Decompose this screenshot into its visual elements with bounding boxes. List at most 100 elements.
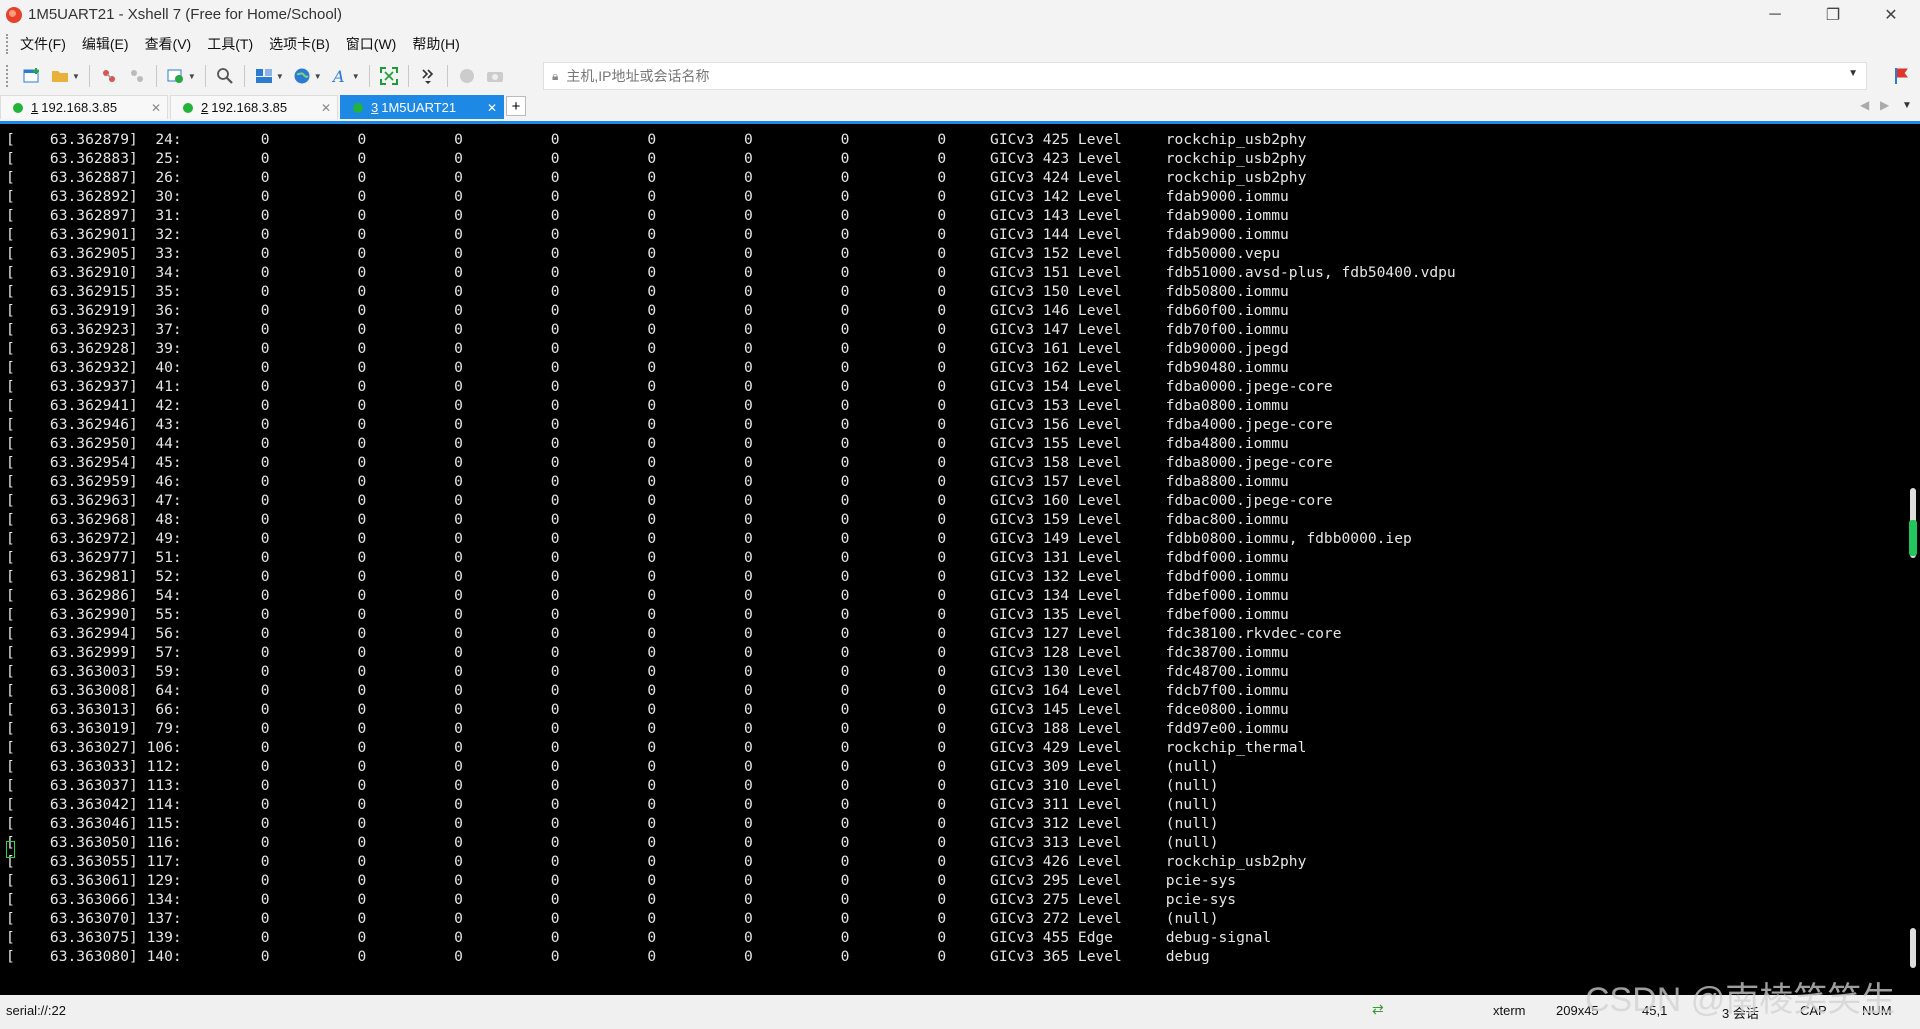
terminal-line: [ 63.363080] 140: 0 0 0 0 0 0 0 0 GICv3 … <box>6 948 1210 965</box>
menu-tabs[interactable]: 选项卡(B) <box>261 34 338 54</box>
terminal-line: [ 63.362963] 47: 0 0 0 0 0 0 0 0 GICv3 1… <box>6 492 1333 509</box>
restore-button[interactable]: ❐ <box>1804 0 1862 29</box>
new-tab-button[interactable]: + <box>506 96 526 116</box>
globe-icon[interactable] <box>291 65 313 87</box>
terminal-line: [ 63.363055] 117: 0 0 0 0 0 0 0 0 GICv3 … <box>6 853 1307 870</box>
reconnect-icon[interactable] <box>98 65 120 87</box>
terminal-line: [ 63.363061] 129: 0 0 0 0 0 0 0 0 GICv3 … <box>6 872 1237 889</box>
terminal-line: [ 63.362977] 51: 0 0 0 0 0 0 0 0 GICv3 1… <box>6 549 1289 566</box>
terminal-line: [ 63.362901] 32: 0 0 0 0 0 0 0 0 GICv3 1… <box>6 226 1289 243</box>
terminal-line: [ 63.362990] 55: 0 0 0 0 0 0 0 0 GICv3 1… <box>6 606 1289 623</box>
open-dropdown-icon[interactable]: ▼ <box>72 72 80 81</box>
terminal-line: [ 63.363003] 59: 0 0 0 0 0 0 0 0 GICv3 1… <box>6 663 1289 680</box>
terminal-line: [ 63.362928] 39: 0 0 0 0 0 0 0 0 GICv3 1… <box>6 340 1289 357</box>
title-bar: 1M5UART21 - Xshell 7 (Free for Home/Scho… <box>0 0 1920 29</box>
terminal-line: [ 63.362950] 44: 0 0 0 0 0 0 0 0 GICv3 1… <box>6 435 1289 452</box>
menu-help[interactable]: 帮助(H) <box>404 34 467 54</box>
terminal-line: [ 63.362946] 43: 0 0 0 0 0 0 0 0 GICv3 1… <box>6 416 1333 433</box>
connected-status-icon <box>13 102 23 113</box>
toolbar-separator <box>243 65 245 87</box>
tab-close-icon[interactable]: ✕ <box>321 101 331 115</box>
tab-number: 3 <box>371 100 379 115</box>
menu-edit[interactable]: 编辑(E) <box>74 34 137 54</box>
menu-view[interactable]: 查看(V) <box>137 34 200 54</box>
close-button[interactable]: ✕ <box>1862 0 1920 29</box>
connected-status-icon <box>353 102 363 113</box>
svg-text:A: A <box>331 67 345 85</box>
properties-dropdown-icon[interactable]: ▼ <box>188 72 196 81</box>
terminal-line: [ 63.362941] 42: 0 0 0 0 0 0 0 0 GICv3 1… <box>6 397 1289 414</box>
terminal-line: [ 63.362883] 25: 0 0 0 0 0 0 0 0 GICv3 4… <box>6 150 1307 167</box>
minimize-button[interactable]: ─ <box>1746 0 1804 29</box>
open-folder-icon[interactable] <box>49 65 71 87</box>
menu-tools[interactable]: 工具(T) <box>199 34 261 54</box>
scrollbar-lower-thumb[interactable] <box>1910 928 1916 968</box>
tab-scroll-left-icon[interactable]: ◀ <box>1860 98 1869 112</box>
terminal-line: [ 63.363027] 106: 0 0 0 0 0 0 0 0 GICv3 … <box>6 739 1307 756</box>
bookmark-flag-icon[interactable] <box>1891 65 1913 87</box>
xshell-app-icon <box>6 6 22 23</box>
terminal-line: [ 63.362954] 45: 0 0 0 0 0 0 0 0 GICv3 1… <box>6 454 1333 471</box>
terminal-line: [ 63.363042] 114: 0 0 0 0 0 0 0 0 GICv3 … <box>6 796 1219 813</box>
tab-session-2[interactable]: 2 192.168.3.85 ✕ <box>170 95 338 119</box>
window-controls: ─ ❐ ✕ <box>1746 0 1920 29</box>
more-tools-icon[interactable] <box>417 65 439 87</box>
toolbar: ▼ ▼ ▼ ▼ A ▼ 🔒︎ 主机,IP地址或会话名称 ▼ <box>0 59 1920 93</box>
terminal-line: [ 63.363008] 64: 0 0 0 0 0 0 0 0 GICv3 1… <box>6 682 1289 699</box>
terminal-line: [ 63.362968] 48: 0 0 0 0 0 0 0 0 GICv3 1… <box>6 511 1289 528</box>
terminal-line: [ 63.363050] 116: 0 0 0 0 0 0 0 0 GICv3 … <box>6 834 1219 851</box>
layout-dropdown-icon[interactable]: ▼ <box>276 72 284 81</box>
lock-icon: 🔒︎ <box>552 68 559 83</box>
scroll-position-marker <box>1909 520 1917 556</box>
terminal-scrollbar[interactable] <box>1906 124 1920 992</box>
terminal-line: [ 63.362972] 49: 0 0 0 0 0 0 0 0 GICv3 1… <box>6 530 1412 547</box>
new-session-icon[interactable] <box>21 65 43 87</box>
toolbar-separator <box>204 65 206 87</box>
tab-bar: 1 192.168.3.85 ✕ 2 192.168.3.85 ✕ 3 1M5U… <box>0 93 1920 124</box>
menu-window[interactable]: 窗口(W) <box>338 34 405 54</box>
toolbar-separator <box>368 65 370 87</box>
terminal-output[interactable]: [ 63.362879] 24: 0 0 0 0 0 0 0 0 GICv3 4… <box>0 124 1906 992</box>
terminal-line: [ 63.363019] 79: 0 0 0 0 0 0 0 0 GICv3 1… <box>6 720 1289 737</box>
tab-session-1[interactable]: 1 192.168.3.85 ✕ <box>0 95 168 119</box>
tab-label: 1M5UART21 <box>381 100 457 115</box>
connection-address: serial://:22 <box>6 1003 66 1018</box>
menu-file[interactable]: 文件(F) <box>12 34 74 54</box>
toolbar-grip[interactable] <box>6 65 12 87</box>
terminal-cursor <box>6 841 15 858</box>
disconnect-icon[interactable] <box>126 65 148 87</box>
transfer-status-icon[interactable]: ⇄ <box>1372 1001 1384 1018</box>
csdn-watermark: CSDN @南棱笑笑生 <box>1585 981 1896 1019</box>
toolbar-separator <box>446 65 448 87</box>
terminal-line: [ 63.362937] 41: 0 0 0 0 0 0 0 0 GICv3 1… <box>6 378 1333 395</box>
fullscreen-icon[interactable] <box>378 65 400 87</box>
toolbar-separator <box>155 65 157 87</box>
tab-list-dropdown-icon[interactable]: ▼ <box>1902 100 1912 111</box>
font-dropdown-icon[interactable]: ▼ <box>352 72 360 81</box>
font-icon[interactable]: A <box>329 65 351 87</box>
camera-disabled-icon <box>484 65 506 87</box>
terminal-line: [ 63.362910] 34: 0 0 0 0 0 0 0 0 GICv3 1… <box>6 264 1456 281</box>
terminal-text: [ 63.362879] 24: 0 0 0 0 0 0 0 0 GICv3 4… <box>0 124 1906 966</box>
tab-session-3[interactable]: 3 1M5UART21 ✕ <box>340 95 504 119</box>
tab-number: 2 <box>201 100 209 115</box>
tab-close-icon[interactable]: ✕ <box>151 101 161 115</box>
address-bar[interactable]: 🔒︎ 主机,IP地址或会话名称 ▼ <box>543 62 1867 90</box>
session-properties-icon[interactable] <box>165 65 187 87</box>
compose-disabled-icon <box>456 65 478 87</box>
globe-dropdown-icon[interactable]: ▼ <box>314 72 322 81</box>
terminal-line: [ 63.362879] 24: 0 0 0 0 0 0 0 0 GICv3 4… <box>6 131 1307 148</box>
connected-status-icon <box>183 102 193 113</box>
find-icon[interactable] <box>214 65 236 87</box>
tab-scroll-right-icon[interactable]: ▶ <box>1880 98 1889 112</box>
terminal-line: [ 63.363013] 66: 0 0 0 0 0 0 0 0 GICv3 1… <box>6 701 1289 718</box>
terminal-line: [ 63.362981] 52: 0 0 0 0 0 0 0 0 GICv3 1… <box>6 568 1289 585</box>
terminal-type: xterm <box>1493 1003 1526 1018</box>
menu-bar: 文件(F) 编辑(E) 查看(V) 工具(T) 选项卡(B) 窗口(W) 帮助(… <box>0 29 1920 59</box>
address-dropdown-icon[interactable]: ▼ <box>1848 68 1858 79</box>
tab-close-icon[interactable]: ✕ <box>487 101 497 115</box>
terminal-line: [ 63.362999] 57: 0 0 0 0 0 0 0 0 GICv3 1… <box>6 644 1289 661</box>
terminal-line: [ 63.362892] 30: 0 0 0 0 0 0 0 0 GICv3 1… <box>6 188 1289 205</box>
terminal-line: [ 63.363037] 113: 0 0 0 0 0 0 0 0 GICv3 … <box>6 777 1219 794</box>
layout-icon[interactable] <box>253 65 275 87</box>
